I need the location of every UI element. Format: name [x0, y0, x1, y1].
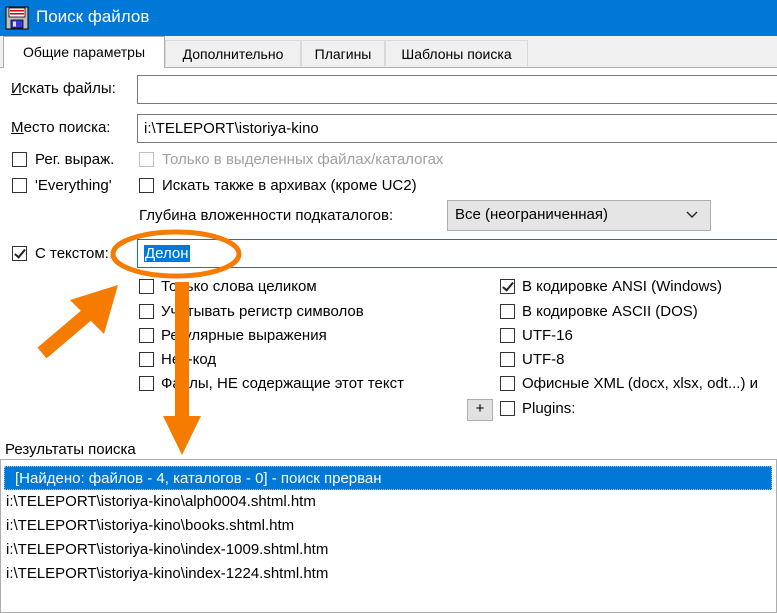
- results-header: Результаты поиска: [5, 441, 136, 458]
- depth-select-value: Все (неограниченная): [455, 206, 608, 223]
- search-archives-checkbox[interactable]: [139, 178, 154, 193]
- table-row[interactable]: i:\TELEPORT\istoriya-kino\books.shtml.ht…: [6, 514, 294, 538]
- office-xml-label: Офисные XML (docx, xlsx, odt...) и: [522, 375, 758, 392]
- hex-checkbox[interactable]: [139, 352, 154, 367]
- title-bar[interactable]: Поиск файлов: [0, 0, 777, 36]
- search-archives-label: Искать также в архивах (кроме UC2): [162, 177, 417, 194]
- ansi-checkbox[interactable]: [500, 279, 515, 294]
- regex-label: Рег. выраж.: [35, 151, 115, 168]
- search-files-input[interactable]: [137, 75, 777, 104]
- table-row[interactable]: i:\TELEPORT\istoriya-kino\index-1009.sht…: [6, 538, 328, 562]
- everything-checkbox[interactable]: [12, 178, 27, 193]
- ascii-checkbox[interactable]: [500, 304, 515, 319]
- tab-plugins[interactable]: Плагины: [301, 40, 385, 66]
- regex-text-label: Регулярные выражения: [161, 327, 327, 344]
- table-row[interactable]: i:\TELEPORT\istoriya-kino\index-1224.sht…: [6, 562, 328, 586]
- results-summary-row[interactable]: [Найдено: файлов - 4, каталогов - 0] - п…: [4, 466, 772, 490]
- whole-words-checkbox[interactable]: [139, 279, 154, 294]
- case-sensitive-checkbox[interactable]: [139, 304, 154, 319]
- hex-label: Hex-код: [161, 351, 217, 368]
- utf8-checkbox[interactable]: [500, 352, 515, 367]
- window-title: Поиск файлов: [36, 7, 150, 26]
- tab-general[interactable]: Общие параметры: [3, 36, 165, 68]
- floppy-icon: [5, 6, 29, 30]
- utf16-checkbox[interactable]: [500, 328, 515, 343]
- office-xml-checkbox[interactable]: [500, 376, 515, 391]
- search-location-input[interactable]: i:\TELEPORT\istoriya-kino: [137, 114, 777, 143]
- tab-search-templates[interactable]: Шаблоны поиска: [385, 40, 528, 66]
- plugins-label: Plugins:: [522, 400, 576, 417]
- ascii-label: В кодировке ASCII (DOS): [522, 303, 698, 320]
- search-location-label: Место поиска:: [11, 119, 111, 136]
- depth-select[interactable]: Все (неограниченная): [447, 200, 711, 231]
- not-containing-checkbox[interactable]: [139, 376, 154, 391]
- table-row[interactable]: i:\TELEPORT\istoriya-kino\alph0004.shtml…: [6, 490, 316, 514]
- utf8-label: UTF-8: [522, 351, 565, 368]
- regex-text-checkbox[interactable]: [139, 328, 154, 343]
- everything-label: 'Everything': [35, 177, 112, 194]
- search-files-label: Искать файлы:: [11, 80, 116, 97]
- whole-words-label: Только слова целиком: [161, 278, 317, 295]
- with-text-label: С текстом:: [35, 245, 109, 262]
- utf16-label: UTF-16: [522, 327, 573, 344]
- ansi-label: В кодировке ANSI (Windows): [522, 278, 722, 295]
- tab-advanced[interactable]: Дополнительно: [165, 40, 301, 66]
- case-sensitive-label: Учитывать регистр символов: [161, 303, 364, 320]
- chevron-down-icon: [686, 211, 698, 218]
- with-text-checkbox[interactable]: [12, 246, 27, 261]
- with-text-value: Делон: [144, 245, 190, 262]
- depth-label: Глубина вложенности подкаталогов:: [139, 207, 394, 224]
- regex-checkbox[interactable]: [12, 152, 27, 167]
- add-plugin-button[interactable]: +: [467, 399, 493, 421]
- only-selected-checkbox[interactable]: [139, 152, 154, 167]
- not-containing-label: Файлы, НЕ содержащие этот текст: [161, 375, 404, 392]
- only-selected-label: Только в выделенных файлах/каталогах: [162, 151, 444, 168]
- plugins-checkbox[interactable]: [500, 401, 515, 416]
- with-text-input[interactable]: Делон: [137, 239, 777, 268]
